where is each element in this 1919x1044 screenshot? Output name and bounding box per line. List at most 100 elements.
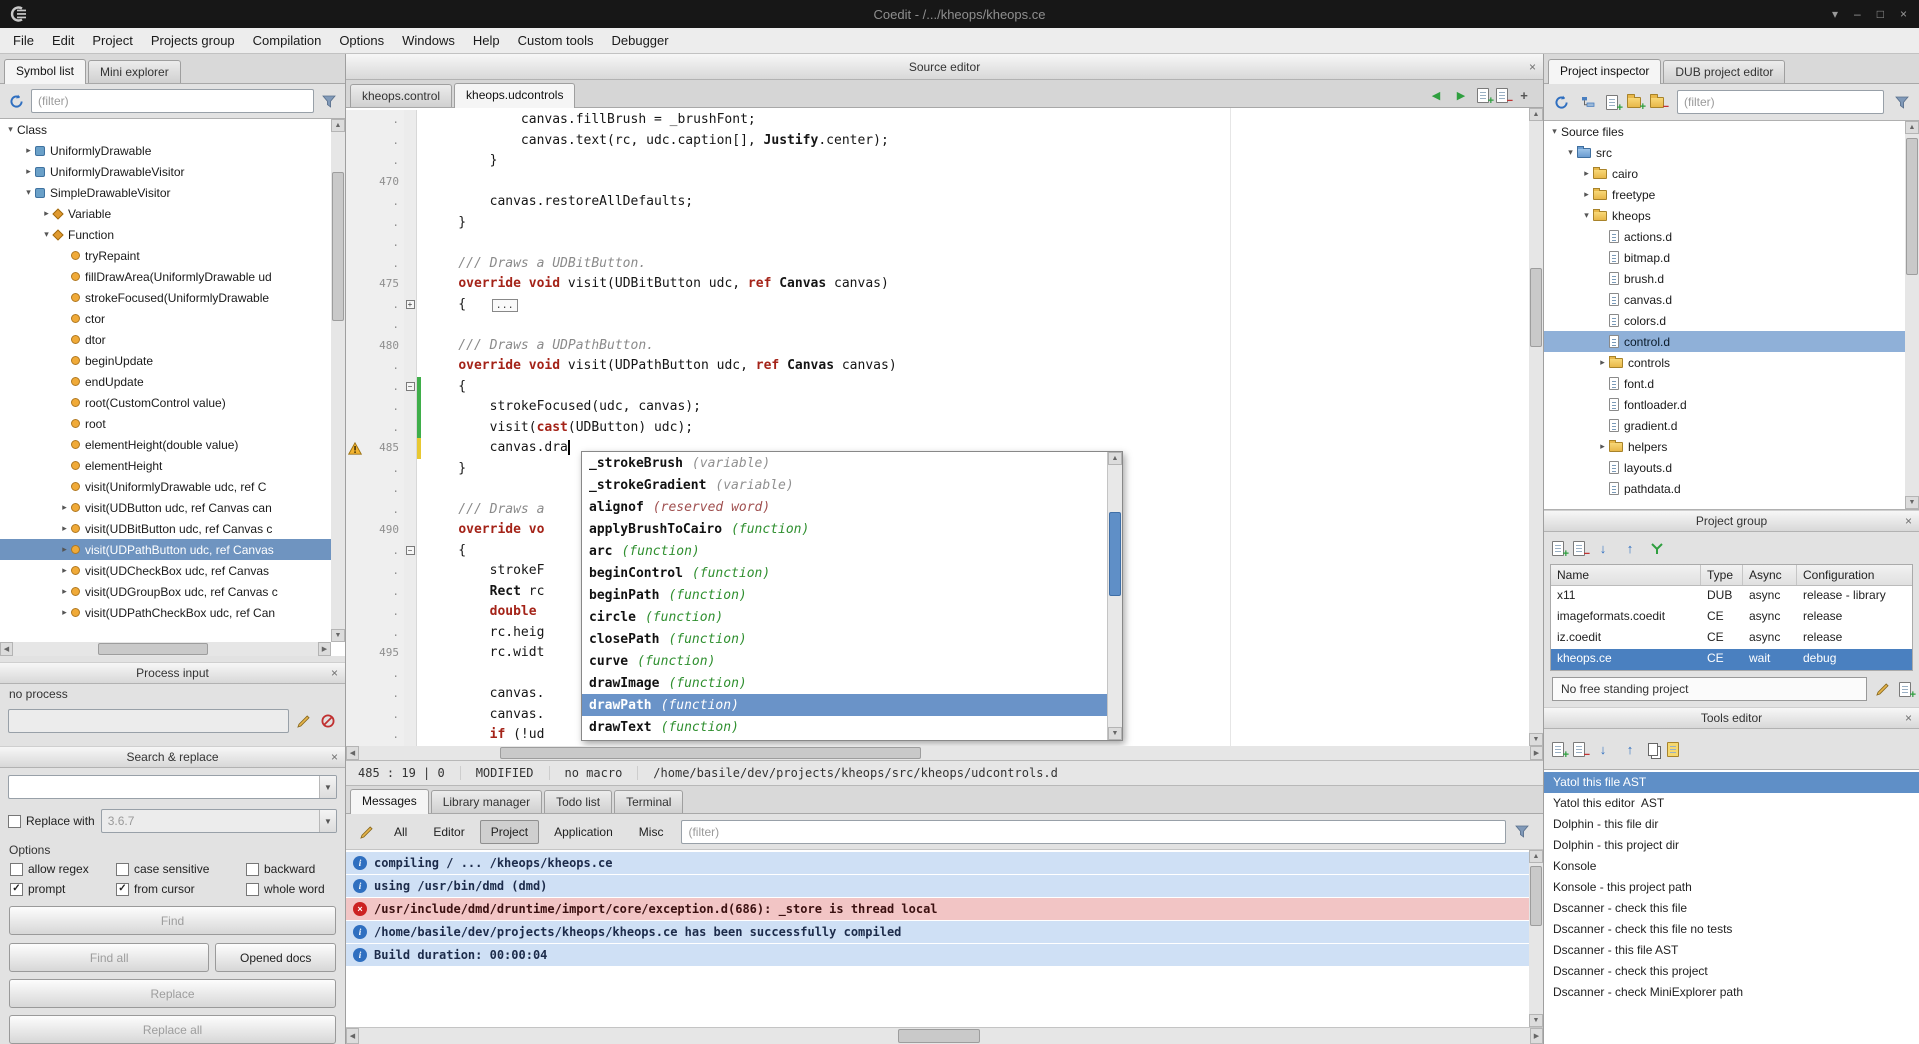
menu-options[interactable]: Options: [330, 30, 393, 51]
folder-minus-icon[interactable]: −: [1650, 97, 1664, 108]
column-header-async[interactable]: Async: [1743, 565, 1797, 585]
scroll-up-icon[interactable]: ▲: [1529, 108, 1543, 121]
clear-messages-icon[interactable]: [358, 823, 376, 841]
messages-vscrollbar[interactable]: ▲ ▼: [1529, 850, 1543, 1027]
project-row-imageformats-coedit[interactable]: imageformats.coeditCEasyncrelease: [1551, 607, 1912, 628]
code-line-x[interactable]: . /// Draws a UDBitButton.: [346, 254, 1528, 275]
tool-item-yatol-this-file-ast[interactable]: Yatol this file AST: [1544, 772, 1919, 793]
folder-plus-icon[interactable]: +: [1627, 97, 1641, 108]
tab-dub-project-editor[interactable]: DUB project editor: [1663, 60, 1785, 83]
replace-with-combo[interactable]: 3.6.7 ▼: [101, 809, 337, 833]
scroll-up-icon[interactable]: ▲: [1108, 452, 1122, 465]
cancel-process-icon[interactable]: [319, 712, 337, 730]
file-item-src[interactable]: ▾src: [1544, 142, 1905, 163]
menu-windows[interactable]: Windows: [393, 30, 464, 51]
filter-funnel-icon[interactable]: [1513, 823, 1531, 841]
symbol-item-visit[interactable]: visit(UniformlyDrawable udc, ref C: [0, 476, 331, 497]
doc-plus-icon[interactable]: +: [1899, 682, 1911, 697]
symbol-item-elementheight[interactable]: elementHeight: [0, 455, 331, 476]
filter-funnel-icon[interactable]: [1893, 93, 1911, 111]
fold-toggle-icon[interactable]: −: [406, 382, 415, 391]
menu-project[interactable]: Project: [83, 30, 141, 51]
messages-hscrollbar[interactable]: ◀ ▶: [346, 1028, 1543, 1044]
replace-with-checkbox[interactable]: Replace with: [8, 814, 95, 828]
doc-minus-icon[interactable]: −: [1496, 88, 1508, 103]
file-item-source-files[interactable]: ▾Source files: [1544, 121, 1905, 142]
symbol-item-visit[interactable]: ▸visit(UDButton udc, ref Canvas can: [0, 497, 331, 518]
filter-application-button[interactable]: Application: [543, 820, 624, 844]
scroll-left-icon[interactable]: ◀: [346, 746, 359, 760]
replace-button[interactable]: Replace: [9, 979, 336, 1008]
scroll-up-icon[interactable]: ▲: [1529, 850, 1543, 863]
menu-debugger[interactable]: Debugger: [603, 30, 678, 51]
completion-item-beginpath[interactable]: beginPath(function): [582, 584, 1107, 606]
maximize-button[interactable]: □: [1877, 7, 1884, 21]
symbol-item-endupdate[interactable]: endUpdate: [0, 371, 331, 392]
doc-yellow-icon[interactable]: [1667, 742, 1679, 757]
checkbox-from-cursor[interactable]: ✓from cursor: [116, 882, 246, 896]
file-item-colors-d[interactable]: colors.d: [1544, 310, 1905, 331]
completion-item-drawimage[interactable]: drawImage(function): [582, 672, 1107, 694]
files-vscrollbar[interactable]: ▲ ▼: [1905, 121, 1919, 509]
filter-funnel-icon[interactable]: [320, 92, 338, 110]
code-line-x[interactable]: . canvas.fillBrush = _brushFont;: [346, 110, 1528, 131]
refresh-icon[interactable]: [1552, 93, 1570, 111]
completion-item-applybrushtocairo[interactable]: applyBrushToCairo(function): [582, 518, 1107, 540]
scroll-down-icon[interactable]: ▼: [1108, 727, 1122, 740]
code-editor[interactable]: . canvas.fillBrush = _brushFont; . canvas…: [346, 108, 1543, 746]
opened-docs-button[interactable]: Opened docs: [215, 943, 336, 972]
completion-item-drawtext[interactable]: drawText(function): [582, 716, 1107, 738]
symbol-item-visit[interactable]: ▸visit(UDCheckBox udc, ref Canvas: [0, 560, 331, 581]
filter-editor-button[interactable]: Editor: [422, 820, 475, 844]
checkbox-whole-word[interactable]: whole word: [246, 882, 335, 896]
file-item-layouts-d[interactable]: layouts.d: [1544, 457, 1905, 478]
completion-item-closepath[interactable]: closePath(function): [582, 628, 1107, 650]
tool-item-dscanner-check-this-project[interactable]: Dscanner - check this project: [1544, 961, 1919, 982]
file-item-gradient-d[interactable]: gradient.d: [1544, 415, 1905, 436]
filter-misc-button[interactable]: Misc: [628, 820, 675, 844]
file-item-control-d[interactable]: control.d: [1544, 331, 1905, 352]
menu-projects-group[interactable]: Projects group: [142, 30, 244, 51]
arrow-down-icon[interactable]: ↓: [1594, 539, 1612, 557]
arrow-down-icon[interactable]: ↓: [1594, 740, 1612, 758]
search-term-combo[interactable]: ▼: [8, 775, 337, 799]
filter-project-button[interactable]: Project: [480, 820, 539, 844]
find-all-button[interactable]: Find all: [9, 943, 209, 972]
symbol-item-visit[interactable]: ▸visit(UDPathButton udc, ref Canvas: [0, 539, 331, 560]
symbol-item-visit[interactable]: ▸visit(UDPathCheckBox udc, ref Can: [0, 602, 331, 623]
column-header-configuration[interactable]: Configuration: [1797, 565, 1912, 585]
menu-file[interactable]: File: [4, 30, 43, 51]
doc-minus-icon[interactable]: −: [1573, 541, 1585, 556]
file-item-fontloader-d[interactable]: fontloader.d: [1544, 394, 1905, 415]
file-item-brush-d[interactable]: brush.d: [1544, 268, 1905, 289]
symbol-item-filldrawarea[interactable]: fillDrawArea(UniformlyDrawable ud: [0, 266, 331, 287]
tree-icon[interactable]: [1579, 93, 1597, 111]
send-input-icon[interactable]: [295, 712, 313, 730]
tab-messages[interactable]: Messages: [350, 789, 429, 814]
checkbox-case-sensitive[interactable]: case sensitive: [116, 862, 246, 876]
symbol-item-visit[interactable]: ▸visit(UDBitButton udc, ref Canvas c: [0, 518, 331, 539]
code-line-470[interactable]: 470: [346, 172, 1528, 193]
code-line-x[interactable]: . visit(cast(UDButton) udc);: [346, 418, 1528, 439]
symbol-tree-hscrollbar[interactable]: ◀ ▶: [0, 642, 331, 656]
fold-toggle-icon[interactable]: −: [406, 546, 415, 555]
scroll-right-icon[interactable]: ▶: [1530, 746, 1543, 760]
plus-icon[interactable]: +: [1515, 86, 1533, 104]
tab-library-manager[interactable]: Library manager: [431, 790, 542, 813]
completion-item-circle[interactable]: circle(function): [582, 606, 1107, 628]
editor-vscrollbar[interactable]: ▲ ▼: [1529, 108, 1543, 746]
doc-minus-icon[interactable]: −: [1573, 742, 1585, 757]
scroll-left-icon[interactable]: ◀: [346, 1028, 359, 1044]
scroll-right-icon[interactable]: ▶: [1530, 1028, 1543, 1044]
fold-toggle-icon[interactable]: +: [406, 300, 415, 309]
code-line-x[interactable]: . canvas.restoreAllDefaults;: [346, 192, 1528, 213]
file-item-actions-d[interactable]: actions.d: [1544, 226, 1905, 247]
project-row-x11[interactable]: x11DUBasyncrelease - library: [1551, 586, 1912, 607]
close-panel-icon[interactable]: ×: [1529, 61, 1536, 73]
scroll-down-icon[interactable]: ▼: [1529, 1014, 1543, 1027]
arrow-up-icon[interactable]: ↑: [1621, 740, 1639, 758]
column-header-name[interactable]: Name: [1551, 565, 1701, 585]
dropdown-icon[interactable]: ▼: [319, 776, 336, 798]
project-row-kheops-ce[interactable]: kheops.ceCEwaitdebug: [1551, 649, 1912, 670]
nav-right-icon[interactable]: ▶: [1452, 86, 1470, 104]
